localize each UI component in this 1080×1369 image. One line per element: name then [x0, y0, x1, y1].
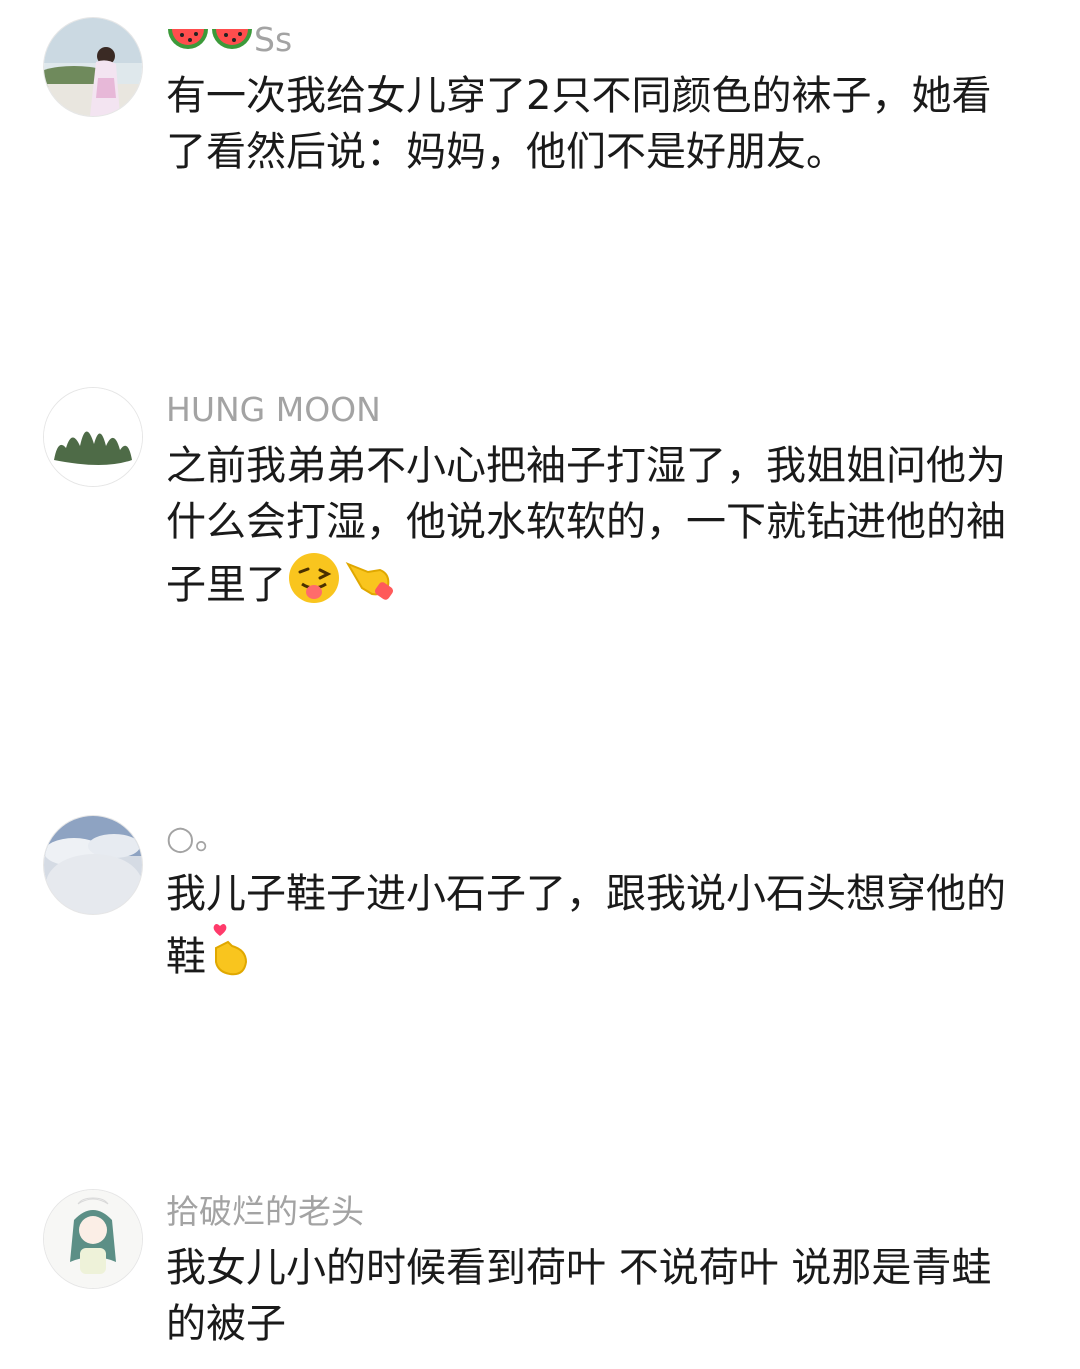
- comment-text-3: 我儿子鞋子进小石子了，跟我说小石头想穿他的鞋: [166, 866, 1026, 993]
- username-1[interactable]: Ss: [166, 20, 292, 68]
- watermelon-icon: [210, 23, 254, 68]
- pointing-hand-icon: [342, 550, 398, 621]
- user-avatar-4[interactable]: [44, 1190, 142, 1288]
- username-text: Ss: [254, 20, 293, 59]
- comment-text-1: 有一次我给女儿穿了2只不同颜色的袜子，她看了看然后说：妈妈，他们不是好朋友。: [166, 73, 992, 175]
- comment-text-4: 我女儿小的时候看到荷叶 不说荷叶 说那是青蛙的被子: [166, 1245, 992, 1347]
- user-avatar-3[interactable]: [44, 816, 142, 914]
- username-4[interactable]: 拾破烂的老头: [166, 1192, 364, 1232]
- comment-text-content: 我儿子鞋子进小石子了，跟我说小石头想穿他的鞋: [166, 871, 1006, 980]
- username-3[interactable]: ○。: [166, 818, 228, 858]
- watermelon-icon: [166, 23, 210, 68]
- user-avatar-2[interactable]: [44, 388, 142, 486]
- comment-text-2: 之前我弟弟不小心把袖子打湿了，我姐姐问他为什么会打湿，他说水软软的，一下就钻进他…: [166, 438, 1026, 621]
- finger-heart-icon: [206, 922, 254, 993]
- winking-tongue-face-icon: [286, 550, 342, 621]
- user-avatar-1[interactable]: [44, 18, 142, 116]
- username-2[interactable]: HUNG MOON: [166, 390, 381, 430]
